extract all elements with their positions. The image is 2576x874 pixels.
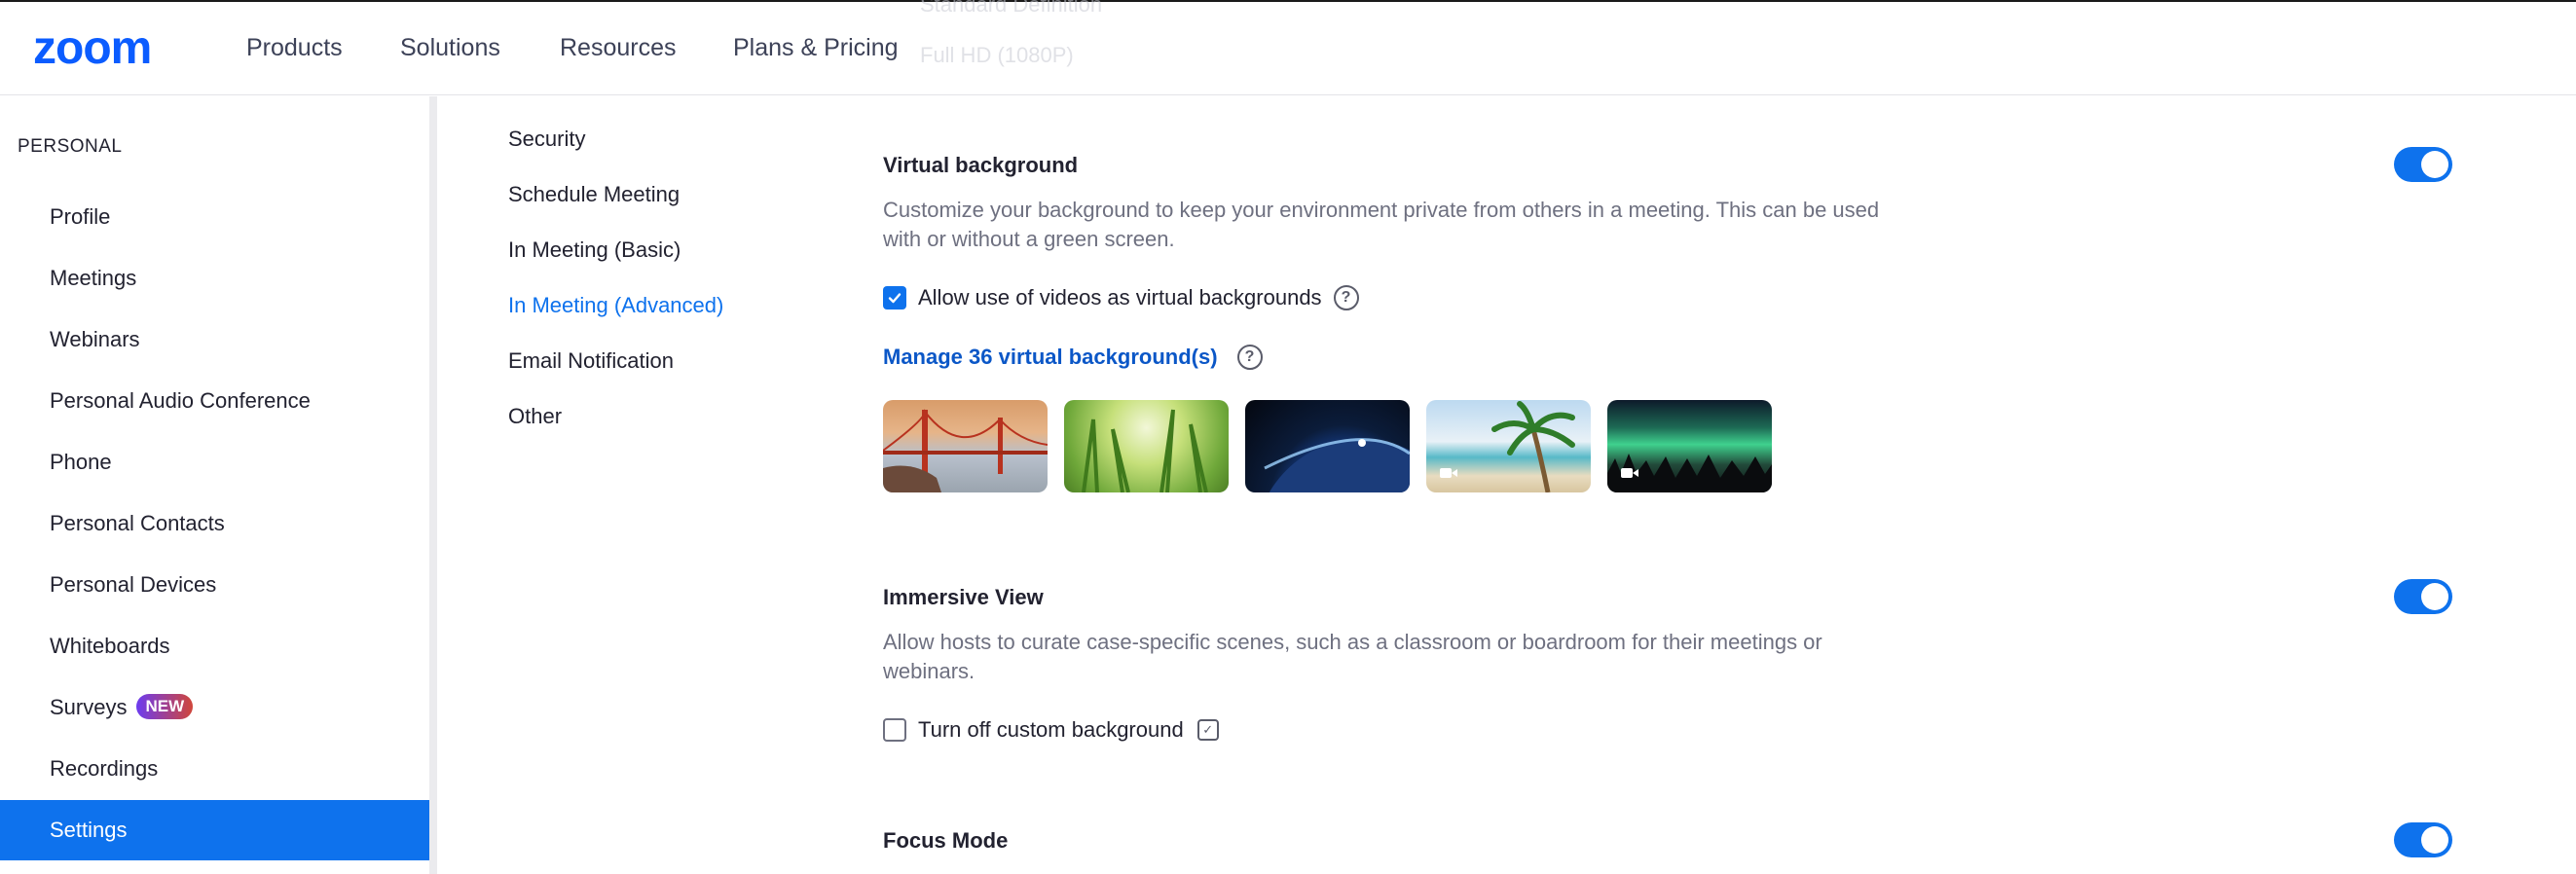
immersive-view-description: Allow hosts to curate case-specific scen… [883, 630, 1822, 683]
sidebar-item-label: Personal Audio Conference [50, 388, 311, 413]
sidebar-item-label: Personal Devices [50, 572, 217, 597]
nav-resources[interactable]: Resources [560, 33, 677, 62]
zoom-logo[interactable]: zoom [33, 25, 152, 72]
background-thumbnail-aurora[interactable] [1607, 400, 1772, 492]
allow-videos-checkbox[interactable] [883, 286, 906, 310]
sidebar-section-label: PERSONAL [18, 136, 123, 157]
sidebar-item-phone[interactable]: Phone [0, 432, 429, 492]
sidebar-item-label: Surveys [50, 695, 128, 719]
turn-off-custom-background-row: Turn off custom background ✓ [883, 717, 1219, 743]
subnav-security[interactable]: Security [508, 125, 585, 154]
allow-videos-label: Allow use of videos as virtual backgroun… [918, 285, 1322, 310]
sidebar-item-personal-contacts[interactable]: Personal Contacts [0, 493, 429, 554]
manage-backgrounds-link[interactable]: Manage 36 virtual background(s) [883, 345, 1218, 370]
focus-mode-title: Focus Mode [883, 828, 1009, 853]
sidebar-item-label: Whiteboards [50, 634, 170, 658]
subnav-email-notification[interactable]: Email Notification [508, 346, 674, 376]
toggle-knob [2421, 583, 2448, 610]
sidebar-item-personal-devices[interactable]: Personal Devices [0, 555, 429, 615]
new-badge: NEW [136, 694, 194, 720]
nav-plans-pricing[interactable]: Plans & Pricing [733, 33, 899, 62]
background-thumbnail-beach[interactable] [1426, 400, 1591, 492]
immersive-view-toggle[interactable] [2394, 579, 2452, 614]
subnav-in-meeting-basic[interactable]: In Meeting (Basic) [508, 236, 681, 265]
sidebar-item-settings[interactable]: Settings [0, 800, 429, 860]
sidebar-item-whiteboards[interactable]: Whiteboards [0, 616, 429, 676]
subnav-schedule-meeting[interactable]: Schedule Meeting [508, 180, 680, 209]
subnav-in-meeting-advanced[interactable]: In Meeting (Advanced) [508, 291, 723, 320]
virtual-background-title: Virtual background [883, 153, 1079, 177]
scrolled-option-text: Full HD (1080P) [920, 43, 1074, 67]
sidebar-item-recordings[interactable]: Recordings [0, 739, 429, 799]
background-thumbnail-grass[interactable] [1064, 400, 1229, 492]
scrolled-option-text: Standard Definition [920, 0, 1103, 17]
video-camera-icon [1621, 468, 1638, 478]
checkmark-square-icon[interactable]: ✓ [1196, 719, 1219, 741]
sidebar-item-personal-audio-conference[interactable]: Personal Audio Conference [0, 371, 429, 431]
sidebar-item-webinars[interactable]: Webinars [0, 310, 429, 370]
grass-image [1082, 409, 1208, 492]
sidebar-item-label: Personal Contacts [50, 511, 225, 535]
subnav-other[interactable]: Other [508, 402, 562, 431]
sidebar-item-label: Webinars [50, 327, 140, 351]
checkmark-icon [888, 293, 902, 304]
turn-off-custom-background-label: Turn off custom background [918, 717, 1184, 742]
toggle-knob [2421, 151, 2448, 178]
focus-mode-toggle[interactable] [2394, 822, 2452, 857]
immersive-view-title: Immersive View [883, 585, 1044, 609]
sidebar-item-label: Profile [50, 204, 111, 229]
virtual-background-description: Customize your background to keep your e… [883, 198, 1880, 251]
help-circle-icon[interactable]: ? [1333, 285, 1359, 310]
golden-gate-image [883, 409, 1048, 492]
toggle-knob [2421, 826, 2448, 854]
nav-solutions[interactable]: Solutions [400, 33, 500, 62]
sidebar-item-label: Settings [50, 818, 128, 842]
sidebar-item-profile[interactable]: Profile [0, 187, 429, 247]
virtual-background-toggle[interactable] [2394, 147, 2452, 182]
manage-backgrounds-row: Manage 36 virtual background(s) ? [883, 345, 1263, 370]
sidebar-item-surveys[interactable]: Surveys NEW [0, 677, 429, 738]
allow-videos-row: Allow use of videos as virtual backgroun… [883, 285, 1359, 310]
sidebar-item-label: Phone [50, 450, 112, 474]
sidebar-item-label: Meetings [50, 266, 137, 290]
earth-image [1264, 438, 1410, 492]
sidebar-item-label: Recordings [50, 756, 159, 781]
nav-products[interactable]: Products [246, 33, 343, 62]
sidebar-scrollbar[interactable] [429, 96, 437, 874]
top-header: zoom Products Solutions Resources Plans … [0, 0, 2576, 95]
background-thumbnail-golden-gate[interactable] [883, 400, 1048, 492]
background-thumbnail-earth[interactable] [1245, 400, 1410, 492]
help-circle-icon[interactable]: ? [1236, 345, 1263, 370]
video-camera-icon [1440, 468, 1457, 478]
turn-off-custom-background-checkbox[interactable] [883, 718, 906, 742]
sidebar-item-meetings[interactable]: Meetings [0, 248, 429, 309]
